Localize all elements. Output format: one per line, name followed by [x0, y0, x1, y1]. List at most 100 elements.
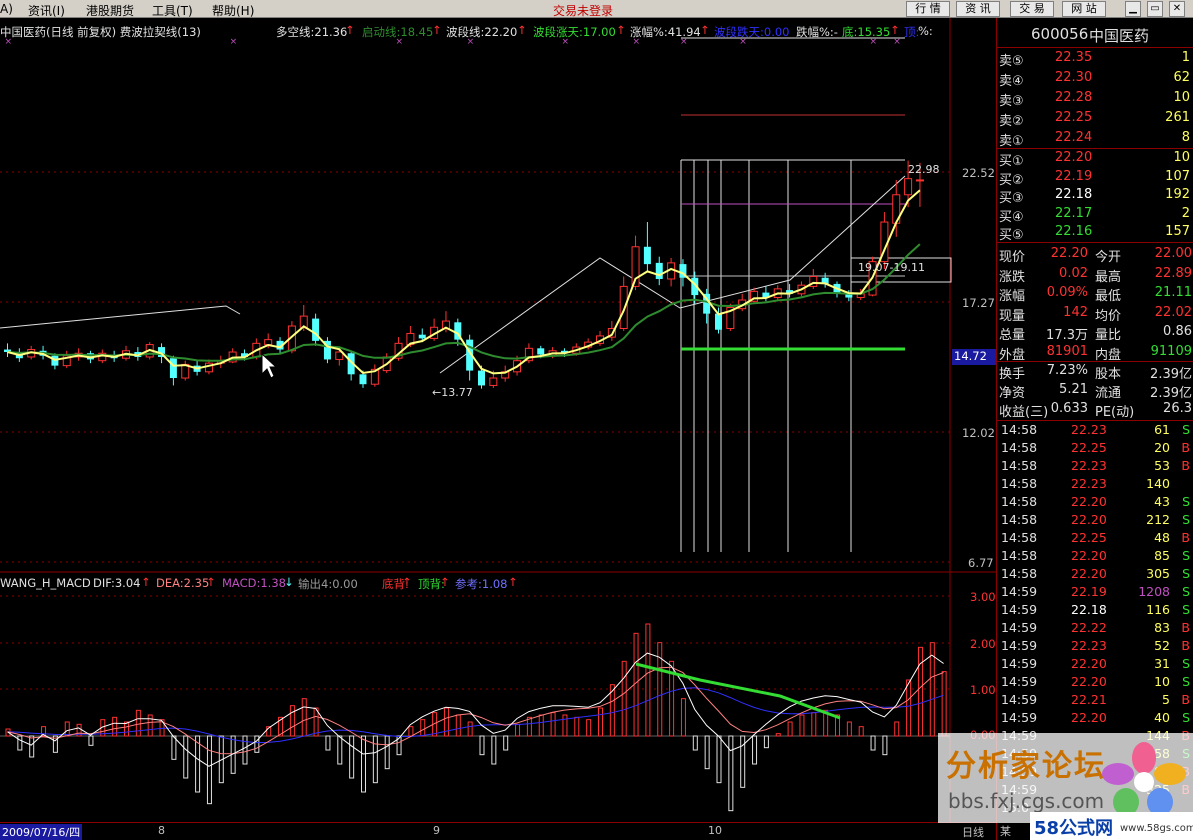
macd-indicator-name[interactable]: WANG_H_MACD	[0, 576, 91, 590]
bid-row[interactable]: 买① 22.20 10	[997, 150, 1193, 169]
flower-logo-icon	[1102, 742, 1186, 816]
tick-volume: 5	[1162, 692, 1170, 707]
tick-side: S	[1182, 584, 1190, 599]
bid-volume: 107	[1165, 168, 1190, 184]
tick-price: 22.20	[1071, 548, 1107, 563]
menu-item-news[interactable]: 资讯(I)	[28, 2, 65, 19]
minimize-icon[interactable]: ▁	[1125, 1, 1141, 17]
menu-item-help[interactable]: 帮助(H)	[212, 2, 254, 19]
date-axis-month: 9	[433, 824, 440, 837]
macd-bar	[467, 721, 473, 737]
tick-side: S	[1182, 566, 1190, 581]
stat-label: 涨幅	[999, 289, 1026, 304]
tick-volume: 53	[1154, 458, 1170, 473]
macd-bar	[289, 705, 295, 737]
tick-row[interactable]: 14:59 22.19 1208 S	[997, 584, 1193, 602]
ask-row[interactable]: 卖③ 22.28 10	[997, 90, 1193, 109]
tick-row[interactable]: 14:58 22.20 85 S	[997, 548, 1193, 566]
macd-bar	[408, 726, 414, 737]
tick-row[interactable]: 14:59 22.22 83 B	[997, 620, 1193, 638]
tick-row[interactable]: 14:59 22.20 40 S	[997, 710, 1193, 728]
tick-row[interactable]: 14:58 22.20 305 S	[997, 566, 1193, 584]
menu-item-tools[interactable]: 工具(T)	[152, 2, 193, 19]
tick-price: 22.23	[1071, 422, 1107, 437]
up-arrow-icon: ↑	[402, 575, 412, 589]
bid-row[interactable]: 买② 22.19 107	[997, 168, 1193, 188]
tick-side: S	[1182, 548, 1190, 563]
stat-value: 81901	[1046, 343, 1088, 359]
tick-time: 14:59	[1001, 584, 1038, 599]
bid-label: 买①	[999, 154, 1024, 169]
ask-price: 22.28	[1055, 90, 1093, 105]
fund-row: 收益(三) 0.633 PE(动) 26.3	[997, 401, 1193, 420]
brand-url: www.58gs.com	[1120, 823, 1193, 834]
bid-label: 买②	[999, 172, 1024, 188]
restore-icon[interactable]: ▭	[1147, 1, 1163, 17]
tick-price: 22.20	[1071, 512, 1107, 527]
nav-button-trade[interactable]: 交 易	[1010, 1, 1054, 17]
tick-row[interactable]: 14:58 22.23 61 S	[997, 422, 1193, 440]
nav-button-news[interactable]: 资 讯	[956, 1, 1000, 17]
tick-time: 14:59	[1001, 710, 1038, 725]
macd-axis-label: 1.00	[970, 683, 996, 697]
tick-time: 14:58	[1001, 458, 1038, 473]
macd-bar	[858, 726, 864, 737]
macd-bar	[325, 735, 331, 751]
stat-row: 现量 142 均价 22.02	[997, 305, 1193, 324]
menu-item-a[interactable]: A)	[0, 2, 13, 16]
tick-volume: 43	[1154, 494, 1170, 509]
tick-row[interactable]: 14:59 22.21 5 B	[997, 692, 1193, 710]
tick-row[interactable]: 14:58 22.25 48 B	[997, 530, 1193, 548]
fund-value: 7.23%	[1046, 363, 1088, 378]
tick-time: 14:58	[1001, 422, 1038, 437]
bid-row[interactable]: 买④ 22.17 2	[997, 206, 1193, 225]
macd-dif-value: DIF:3.04	[93, 576, 141, 590]
bid-row[interactable]: 买⑤ 22.16 157	[997, 224, 1193, 243]
boduan-zhangtian-value: 波段涨天:17.00	[533, 25, 616, 39]
period-label[interactable]: 日线	[962, 824, 984, 840]
tick-volume: 140	[1146, 476, 1170, 491]
tick-time: 14:58	[1001, 530, 1038, 545]
menu-item-hk-futures[interactable]: 港股期货	[86, 2, 134, 19]
candle-body-up	[619, 285, 628, 329]
macd-bar	[941, 671, 947, 737]
tick-time: 14:58	[1001, 494, 1038, 509]
tick-row[interactable]: 14:59 22.20 10 S	[997, 674, 1193, 692]
kline-chart[interactable]: × × × × × × × × × ×	[0, 18, 996, 822]
macd-bar	[775, 733, 781, 737]
candle-body-up	[264, 339, 273, 346]
macd-bar	[384, 735, 390, 770]
tick-row[interactable]: 14:58 22.25 20 B	[997, 440, 1193, 458]
ask-row[interactable]: 卖② 22.25 261	[997, 110, 1193, 129]
trade-status[interactable]: 交易未登录	[553, 2, 613, 19]
candle-body-down	[643, 246, 651, 265]
tick-row[interactable]: 14:59 22.20 31 S	[997, 656, 1193, 674]
tick-price: 22.20	[1071, 494, 1107, 509]
tick-row[interactable]: 14:58 22.23 53 B	[997, 458, 1193, 476]
macd-macd-value: MACD:1.38	[222, 576, 286, 590]
bid-row[interactable]: 买③ 22.18 192	[997, 187, 1193, 206]
fund-value: 26.3	[1163, 401, 1192, 416]
nav-button-quotes[interactable]: 行 情	[906, 1, 950, 17]
macd-bar	[799, 714, 805, 737]
tick-row[interactable]: 14:59 22.18 116 S	[997, 602, 1193, 620]
fund-row: 换手 7.23% 股本 2.39亿	[997, 363, 1193, 382]
close-icon[interactable]: ✕	[1169, 1, 1185, 17]
tick-row[interactable]: 14:58 22.20 43 S	[997, 494, 1193, 512]
fib-range-label: 19.07-19.11	[858, 261, 925, 274]
macd-bar	[479, 735, 485, 756]
tick-row[interactable]: 14:59 22.23 52 B	[997, 638, 1193, 656]
ask-row[interactable]: 卖① 22.24 8	[997, 130, 1193, 149]
tick-row[interactable]: 14:58 22.20 212 S	[997, 512, 1193, 530]
ask-price: 22.25	[1055, 110, 1093, 125]
macd-bar	[538, 714, 544, 737]
ask-price: 22.30	[1055, 70, 1093, 85]
nav-button-website[interactable]: 网 站	[1062, 1, 1106, 17]
ask-row[interactable]: 卖④ 22.30 62	[997, 70, 1193, 89]
ask-row[interactable]: 卖⑤ 22.35 1	[997, 50, 1193, 69]
macd-bar	[870, 735, 876, 751]
tick-row[interactable]: 14:58 22.23 140	[997, 476, 1193, 494]
date-axis-start: 2009/07/16/四	[0, 824, 83, 840]
tick-volume: 85	[1154, 548, 1170, 563]
candle-body-down	[169, 358, 177, 379]
